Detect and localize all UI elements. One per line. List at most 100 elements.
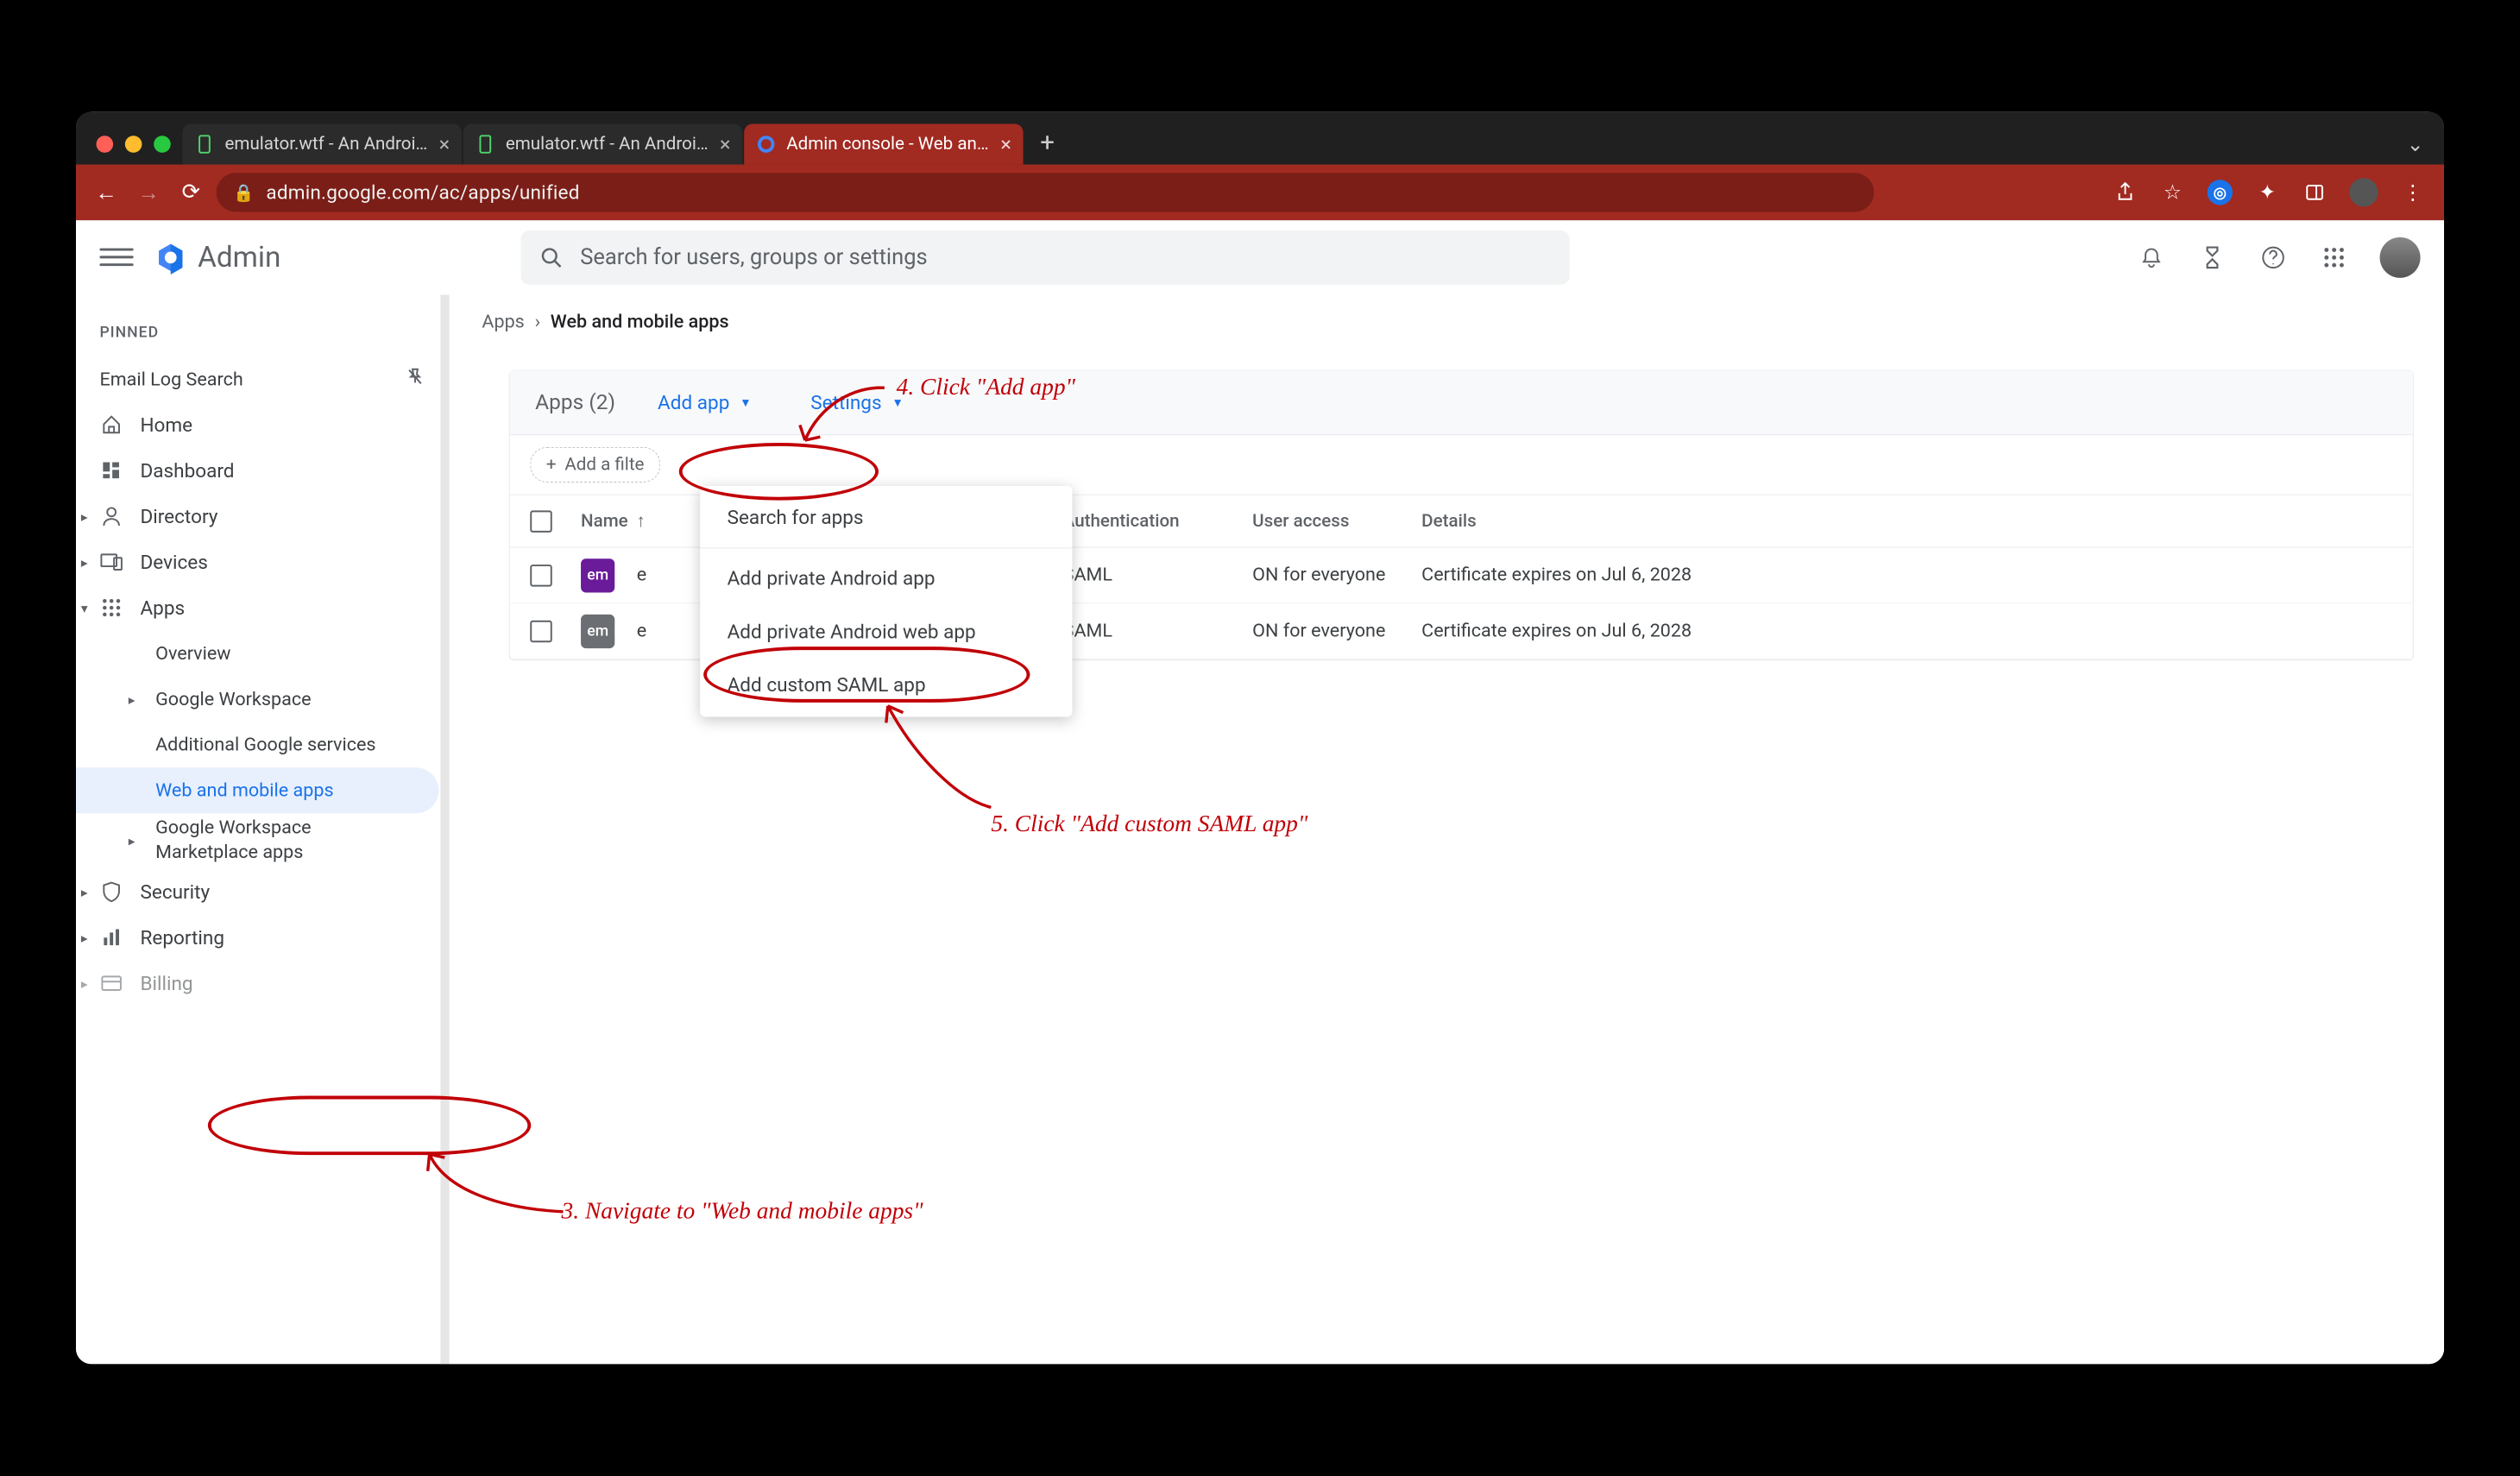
sidebar-item-label: Directory — [140, 505, 217, 527]
help-icon[interactable] — [2258, 242, 2288, 272]
close-tab-icon[interactable]: × — [720, 132, 731, 155]
close-tab-icon[interactable]: × — [439, 132, 450, 155]
sidebar-item-devices[interactable]: ▸ Devices — [76, 539, 449, 585]
main-menu-button[interactable] — [99, 240, 133, 274]
chart-icon — [99, 926, 123, 949]
app-body: Admin Search for users, groups or settin… — [76, 220, 2444, 1364]
sidebar-item-home[interactable]: Home — [76, 402, 449, 448]
dropdown-item-search-apps[interactable]: Search for apps — [700, 491, 1072, 545]
sidebar-item-label: Home — [140, 413, 192, 436]
content-area: PINNED Email Log Search Home Dashboard ▸… — [76, 294, 2444, 1364]
tab-title: Admin console - Web and mo… — [786, 134, 990, 155]
card-header: Apps (2) Add app ▼ Settings ▼ — [510, 371, 2413, 435]
shield-icon — [99, 880, 123, 904]
window-controls[interactable] — [91, 136, 183, 164]
billing-icon — [99, 971, 123, 994]
sidebar-item-email-log-search[interactable]: Email Log Search — [76, 356, 449, 402]
search-icon — [539, 245, 563, 268]
back-button[interactable]: ← — [90, 175, 123, 209]
add-filter-button[interactable]: + Add a filte — [530, 447, 660, 483]
forward-button[interactable]: → — [132, 175, 166, 209]
extension-icon[interactable]: ◎ — [2208, 180, 2233, 205]
dropdown-item-private-android[interactable]: Add private Android app — [700, 552, 1072, 605]
caret-down-icon: ▼ — [891, 395, 904, 410]
add-app-button[interactable]: Add app ▼ — [640, 384, 768, 420]
sidebar-item-security[interactable]: ▸ Security — [76, 869, 449, 915]
sidebar-item-label: Security — [140, 880, 210, 903]
browser-tab-3[interactable]: Admin console - Web and mo… × — [744, 124, 1023, 165]
add-app-dropdown: Search for apps Add private Android app … — [700, 486, 1072, 717]
sidebar-item-directory[interactable]: ▸ Directory — [76, 494, 449, 539]
breadcrumb-current: Web and mobile apps — [551, 312, 729, 333]
collapse-icon: ▾ — [81, 600, 88, 616]
app-name: e — [637, 565, 646, 586]
card-title: Apps (2) — [535, 390, 615, 414]
plus-icon: + — [546, 455, 557, 476]
pin-icon — [405, 366, 425, 392]
row-checkbox[interactable] — [530, 565, 551, 586]
sidebar-item-overview[interactable]: Overview — [76, 631, 449, 677]
cell-access: ON for everyone — [1252, 621, 1421, 642]
breadcrumb-root[interactable]: Apps — [482, 312, 524, 333]
browser-tab-1[interactable]: emulator.wtf - An Android clo… × — [182, 124, 461, 165]
expand-icon: ▸ — [129, 691, 135, 708]
app-icon: em — [581, 614, 614, 647]
cell-details: Certificate expires on Jul 6, 2028 — [1421, 621, 2392, 642]
panel-icon[interactable] — [2302, 180, 2327, 205]
extensions-icon[interactable]: ✦ — [2254, 180, 2279, 205]
sidebar-item-web-and-mobile-apps[interactable]: Web and mobile apps — [76, 767, 438, 813]
url-field[interactable]: 🔒 admin.google.com/ac/apps/unified — [217, 173, 1874, 211]
sidebar-item-dashboard[interactable]: Dashboard — [76, 448, 449, 494]
sidebar-item-label: Billing — [140, 972, 192, 994]
admin-logo-icon — [154, 240, 187, 274]
dropdown-item-custom-saml[interactable]: Add custom SAML app — [700, 659, 1072, 712]
share-icon[interactable] — [2113, 180, 2138, 205]
product-logo[interactable]: Admin — [154, 240, 280, 274]
settings-button[interactable]: Settings ▼ — [794, 384, 921, 420]
dropdown-item-private-android-web[interactable]: Add private Android web app — [700, 605, 1072, 659]
home-icon — [99, 413, 123, 437]
cell-access: ON for everyone — [1252, 565, 1421, 586]
bookmark-icon[interactable]: ☆ — [2160, 180, 2185, 205]
sidebar-item-additional-google-services[interactable]: Additional Google services — [76, 722, 449, 767]
breadcrumb: Apps › Web and mobile apps — [450, 294, 2444, 350]
annotation-text-5: 5. Click "Add custom SAML app" — [991, 811, 1307, 837]
sidebar-item-google-workspace[interactable]: ▸ Google Workspace — [76, 676, 449, 722]
main-content: Apps › Web and mobile apps Apps (2) Add … — [450, 294, 2444, 1364]
minimize-window-icon[interactable] — [125, 136, 142, 153]
sidebar-item-label: Apps — [140, 596, 185, 619]
expand-icon: ▸ — [129, 832, 135, 849]
button-label: Add app — [658, 391, 729, 413]
account-avatar[interactable] — [2380, 237, 2421, 277]
select-all-checkbox[interactable] — [530, 510, 551, 532]
sidebar-item-billing[interactable]: ▸ Billing — [76, 961, 449, 1006]
chevron-down-icon[interactable]: ⌄ — [2407, 132, 2424, 155]
gadmin-icon — [756, 134, 777, 155]
sidebar-item-label: Google Workspace Marketplace apps — [155, 817, 375, 866]
close-window-icon[interactable] — [97, 136, 114, 153]
dashboard-icon — [99, 459, 123, 483]
browser-tab-2[interactable]: emulator.wtf - An Android clo… × — [463, 124, 742, 165]
notifications-icon[interactable] — [2136, 242, 2166, 272]
product-name: Admin — [198, 240, 280, 274]
tab-title: emulator.wtf - An Android clo… — [506, 134, 709, 155]
sort-asc-icon: ↑ — [637, 511, 646, 532]
menu-icon[interactable]: ⋮ — [2400, 180, 2425, 205]
sidebar-item-label: Email Log Search — [99, 369, 243, 390]
new-tab-button[interactable]: + — [1025, 128, 1070, 164]
sidebar-item-reporting[interactable]: ▸ Reporting — [76, 915, 449, 961]
expand-icon: ▸ — [81, 884, 88, 900]
search-input[interactable]: Search for users, groups or settings — [521, 230, 1570, 285]
sidebar-item-label: Reporting — [140, 926, 224, 949]
reload-button[interactable]: ⟳ — [174, 175, 208, 209]
profile-avatar[interactable] — [2349, 178, 2378, 206]
close-tab-icon[interactable]: × — [1000, 132, 1011, 155]
divider — [700, 548, 1072, 549]
sidebar: PINNED Email Log Search Home Dashboard ▸… — [76, 294, 450, 1364]
hourglass-icon[interactable] — [2197, 242, 2227, 272]
apps-grid-icon[interactable] — [2319, 242, 2349, 272]
maximize-window-icon[interactable] — [154, 136, 171, 153]
sidebar-item-apps[interactable]: ▾ Apps — [76, 585, 449, 631]
sidebar-item-marketplace-apps[interactable]: ▸ Google Workspace Marketplace apps — [76, 813, 449, 869]
row-checkbox[interactable] — [530, 620, 551, 641]
